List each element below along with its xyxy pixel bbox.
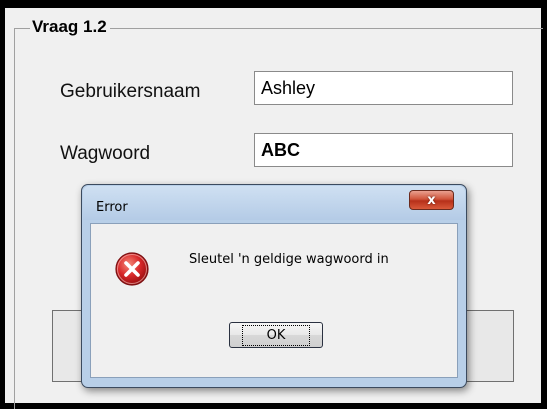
password-field[interactable]: ABC	[254, 133, 513, 167]
close-button[interactable]: x	[409, 190, 454, 210]
error-dialog: Error x Sleutel 'n geldige wagwoord in O…	[81, 184, 467, 388]
close-icon: x	[427, 192, 436, 208]
dialog-message: Sleutel 'n geldige wagwoord in	[189, 252, 389, 267]
ok-button-label: OK	[241, 324, 311, 346]
username-field[interactable]: Ashley	[254, 71, 513, 105]
password-label: Wagwoord	[60, 143, 151, 164]
username-label: Gebruikersnaam	[60, 81, 201, 102]
ok-button[interactable]: OK	[229, 322, 323, 348]
right-button[interactable]	[460, 310, 514, 382]
dialog-title: Error	[96, 200, 128, 215]
error-icon	[115, 252, 149, 286]
group-title: Vraag 1.2	[30, 16, 110, 38]
dialog-body: Sleutel 'n geldige wagwoord in OK	[90, 223, 458, 378]
